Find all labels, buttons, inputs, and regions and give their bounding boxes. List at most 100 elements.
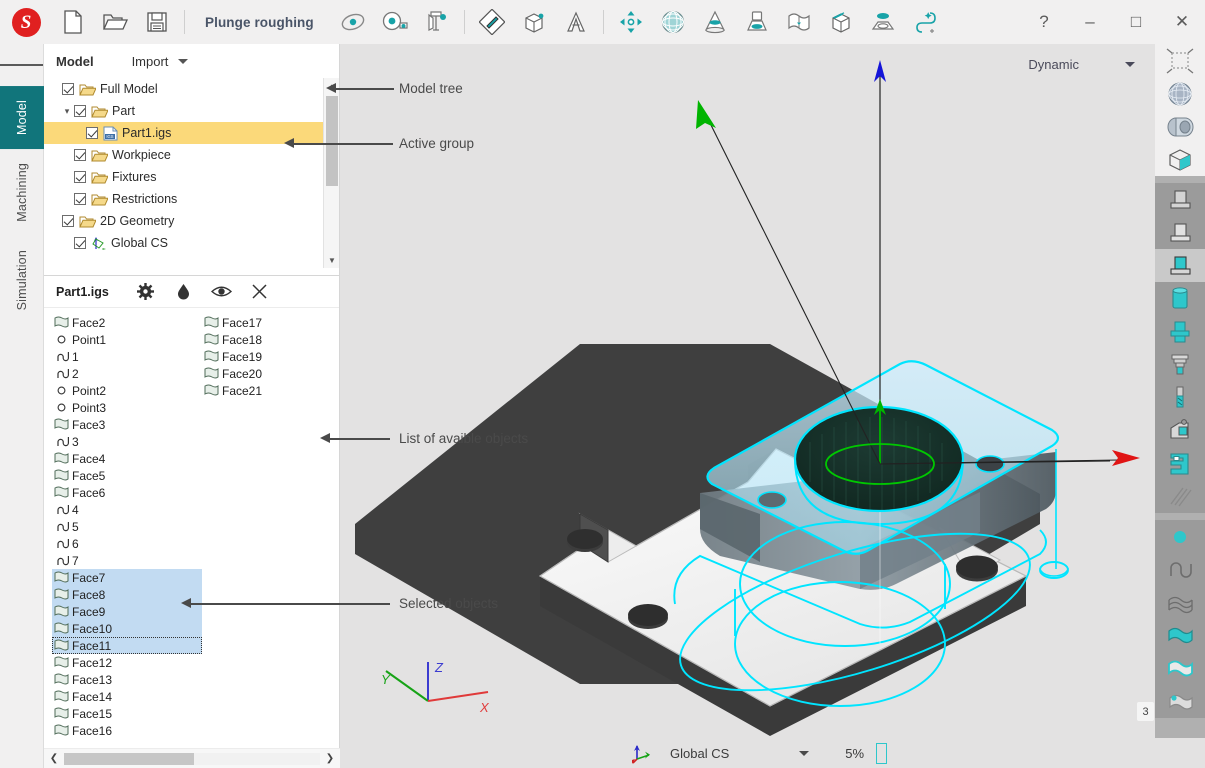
object-list-item[interactable]: Face14: [52, 688, 202, 705]
tree-item-part1-igs[interactable]: IGS Part1.igs: [44, 122, 339, 144]
object-list-item[interactable]: Face20: [202, 365, 339, 382]
chevron-down-icon[interactable]: [1125, 61, 1135, 67]
expand-chevron-icon[interactable]: ▾: [60, 106, 74, 117]
cone-icon[interactable]: [694, 0, 736, 44]
stock-model-gray-icon[interactable]: [1155, 183, 1205, 216]
turn-stock-icon[interactable]: [736, 0, 778, 44]
object-list-item[interactable]: Face21: [202, 382, 339, 399]
tree-item-checkbox[interactable]: [86, 127, 98, 139]
settings-gear-icon[interactable]: [127, 276, 165, 308]
measure-distance-icon[interactable]: [332, 0, 374, 44]
object-list-item[interactable]: Face10: [52, 620, 202, 637]
object-list-item[interactable]: Face17: [202, 314, 339, 331]
object-list-item[interactable]: Face2: [52, 314, 202, 331]
object-list-item[interactable]: Face9: [52, 603, 202, 620]
tree-item-checkbox[interactable]: [62, 215, 74, 227]
curve-icon[interactable]: [1155, 553, 1205, 586]
minimize-button[interactable]: –: [1067, 0, 1113, 44]
pocket-icon[interactable]: [862, 0, 904, 44]
coordinate-system-selector[interactable]: Global CS: [630, 742, 810, 764]
object-list-item[interactable]: Face19: [202, 348, 339, 365]
rail-tab-machining[interactable]: Machining: [0, 149, 44, 236]
stock-model-teal-icon[interactable]: [1155, 249, 1205, 282]
object-list-item[interactable]: 3: [52, 433, 202, 450]
object-list-item[interactable]: Point3: [52, 399, 202, 416]
object-list-item[interactable]: 1: [52, 348, 202, 365]
tree-item-checkbox[interactable]: [74, 237, 86, 249]
object-list-item[interactable]: Face15: [52, 705, 202, 722]
close-button[interactable]: ✕: [1159, 0, 1205, 44]
scroll-right-icon[interactable]: ❯: [320, 753, 340, 764]
tree-item-global-cs[interactable]: Global CS: [44, 232, 339, 254]
object-list-item[interactable]: 7: [52, 552, 202, 569]
save-icon[interactable]: [136, 0, 178, 44]
shaded-solid-icon[interactable]: [1155, 110, 1205, 143]
tree-item-full-model[interactable]: Full Model: [44, 78, 339, 100]
object-list-item[interactable]: Face3: [52, 416, 202, 433]
viewport-canvas[interactable]: Z Y X: [340, 44, 1155, 768]
chevron-down-icon[interactable]: [799, 750, 810, 756]
object-list-item[interactable]: Face16: [52, 722, 202, 739]
sketch-pencil-icon[interactable]: [471, 0, 513, 44]
tree-item-workpiece[interactable]: Workpiece: [44, 144, 339, 166]
tree-item-checkbox[interactable]: [62, 83, 74, 95]
viewport-3d[interactable]: Z Y X Dynamic Global CS 5%: [340, 44, 1155, 768]
hatch-pattern-icon[interactable]: [1155, 480, 1205, 513]
text-annotation-icon[interactable]: [555, 0, 597, 44]
object-list-item[interactable]: 2: [52, 365, 202, 382]
object-list-item[interactable]: Face8: [52, 586, 202, 603]
solid-box-icon[interactable]: [513, 0, 555, 44]
import-menu-label[interactable]: Import: [132, 54, 169, 69]
object-list-item[interactable]: 5: [52, 518, 202, 535]
scrollbar-track[interactable]: [64, 752, 320, 765]
view-mode-dropdown[interactable]: Dynamic: [1022, 54, 1141, 75]
object-list-item[interactable]: Point1: [52, 331, 202, 348]
toolpath-curve-icon[interactable]: [904, 0, 946, 44]
tool-holder-icon[interactable]: [1155, 348, 1205, 381]
stock-model-outline-icon[interactable]: [1155, 216, 1205, 249]
bounding-box-icon[interactable]: [1155, 44, 1205, 77]
caliper-icon[interactable]: [416, 0, 458, 44]
object-list-item[interactable]: 4: [52, 501, 202, 518]
surface-wave-icon[interactable]: [778, 0, 820, 44]
surface-highlight-icon[interactable]: [1155, 652, 1205, 685]
new-file-icon[interactable]: [52, 0, 94, 44]
machine-head-icon[interactable]: [1155, 414, 1205, 447]
measure-tape-icon[interactable]: [374, 0, 416, 44]
extrude-box-icon[interactable]: [820, 0, 862, 44]
transparent-box-icon[interactable]: [1155, 143, 1205, 176]
tree-item-checkbox[interactable]: [74, 193, 86, 205]
object-list-item[interactable]: Face6: [52, 484, 202, 501]
scrollbar-thumb[interactable]: [326, 96, 338, 186]
object-list-item[interactable]: Face12: [52, 654, 202, 671]
tree-item-part[interactable]: ▾ Part: [44, 100, 339, 122]
mesh-sphere-icon[interactable]: [652, 0, 694, 44]
clamp-fixture-icon[interactable]: [1155, 447, 1205, 480]
tree-item-restrictions[interactable]: Restrictions: [44, 188, 339, 210]
move-transform-icon[interactable]: [610, 0, 652, 44]
close-panel-icon[interactable]: [241, 276, 279, 308]
tree-item-checkbox[interactable]: [74, 149, 86, 161]
open-folder-icon[interactable]: [94, 0, 136, 44]
scroll-down-icon[interactable]: ▼: [324, 252, 339, 268]
scroll-left-icon[interactable]: ❮: [44, 753, 64, 764]
tree-item-fixtures[interactable]: Fixtures: [44, 166, 339, 188]
object-list-item[interactable]: Point2: [52, 382, 202, 399]
surface-point-icon[interactable]: [1155, 685, 1205, 718]
tree-item-checkbox[interactable]: [74, 105, 86, 117]
object-horizontal-scrollbar[interactable]: ❮ ❯: [44, 748, 340, 768]
endmill-tool-icon[interactable]: [1155, 381, 1205, 414]
object-list-item[interactable]: Face4: [52, 450, 202, 467]
point-dot-icon[interactable]: [1155, 520, 1205, 553]
wireframe-sphere-icon[interactable]: [1155, 77, 1205, 110]
rail-tab-model[interactable]: Model: [0, 86, 44, 150]
tree-item-checkbox[interactable]: [74, 171, 86, 183]
object-list-item[interactable]: Face13: [52, 671, 202, 688]
maximize-button[interactable]: □: [1113, 0, 1159, 44]
scrollbar-thumb[interactable]: [64, 752, 194, 765]
tree-item-2d-geometry[interactable]: 2D Geometry: [44, 210, 339, 232]
object-list-item[interactable]: Face5: [52, 467, 202, 484]
rail-tab-simulation[interactable]: Simulation: [0, 236, 44, 324]
chevron-down-icon[interactable]: [178, 58, 189, 64]
surface-mesh-icon[interactable]: [1155, 586, 1205, 619]
